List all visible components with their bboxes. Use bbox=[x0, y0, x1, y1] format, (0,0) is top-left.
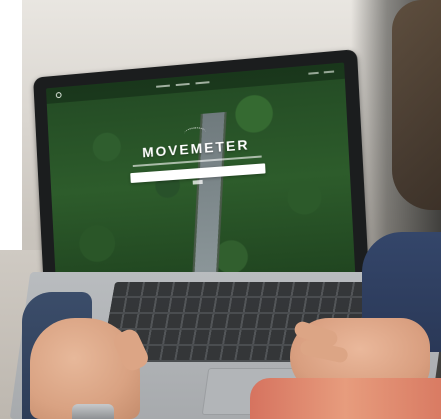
person-head bbox=[392, 0, 441, 210]
site-header bbox=[45, 62, 345, 104]
site-nav-right[interactable] bbox=[308, 70, 335, 75]
site-nav[interactable] bbox=[156, 81, 210, 88]
brand-logo-icon bbox=[55, 91, 62, 99]
nav-link[interactable] bbox=[195, 81, 210, 85]
wrist-watch bbox=[72, 404, 114, 419]
hero-logo-icon bbox=[183, 126, 206, 140]
nav-link[interactable] bbox=[323, 70, 335, 74]
nav-link[interactable] bbox=[156, 84, 170, 88]
laptop-screen: MOVEMETER bbox=[45, 62, 356, 299]
search-button[interactable] bbox=[192, 179, 203, 185]
nav-link[interactable] bbox=[175, 82, 190, 87]
photo: MOVEMETER bbox=[0, 0, 441, 419]
site-brand[interactable] bbox=[55, 91, 62, 99]
hero-section: MOVEMETER bbox=[49, 115, 350, 194]
right-shirt bbox=[250, 378, 441, 419]
nav-link[interactable] bbox=[308, 71, 319, 75]
